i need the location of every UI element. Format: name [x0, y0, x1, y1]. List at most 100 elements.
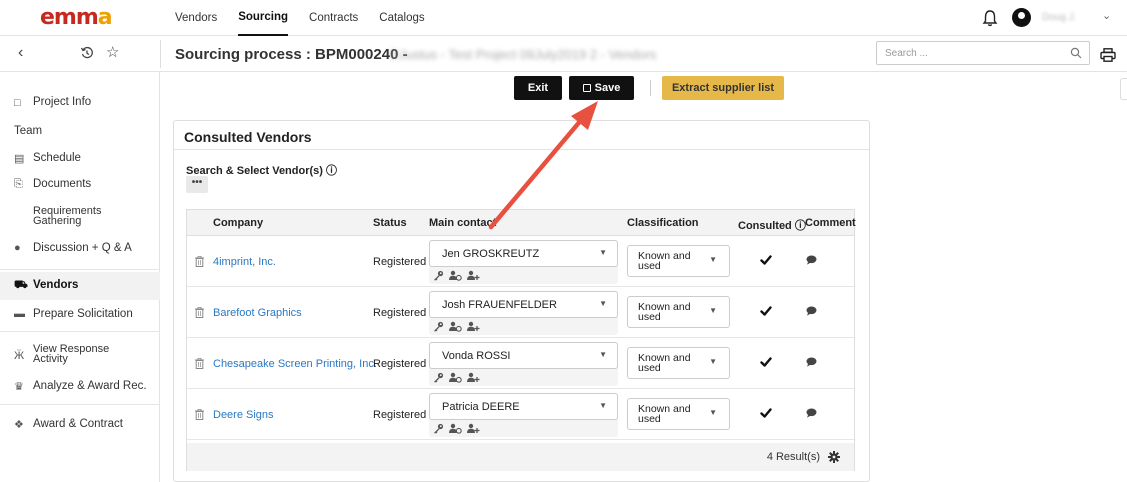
trash-icon[interactable]: [195, 307, 204, 318]
status-text: Registered: [373, 358, 427, 370]
folder-icon: ▬: [14, 308, 25, 320]
sidebar-item-view-response-activity[interactable]: Ӝ View Response Activity: [0, 344, 160, 370]
caret-down-icon: ▼: [599, 248, 607, 257]
checkbox-checked-icon[interactable]: [759, 304, 773, 318]
contact-name: Jen GROSKREUTZ: [442, 248, 540, 260]
add-contact-icon[interactable]: [467, 372, 480, 383]
add-contact-icon[interactable]: [467, 321, 480, 332]
nav-vendors[interactable]: Vendors: [175, 0, 217, 36]
print-icon[interactable]: [1100, 48, 1116, 62]
extract-supplier-list-button[interactable]: Extract supplier list: [662, 76, 784, 100]
gear-icon[interactable]: [828, 451, 840, 463]
page-title: Sourcing process : BPM000240 -: [175, 46, 408, 63]
contacts-icon[interactable]: [449, 321, 462, 332]
classification-select[interactable]: Known and used ▼: [627, 296, 730, 328]
caret-down-icon: ▼: [709, 408, 717, 417]
star-icon[interactable]: ☆: [106, 44, 119, 62]
more-options-button[interactable]: •••: [186, 176, 208, 193]
table-row: 4imprint, Inc. Registered Jen GROSKREUTZ…: [187, 236, 854, 287]
status-text: Registered: [373, 307, 427, 319]
trash-icon[interactable]: [195, 256, 204, 267]
sidebar-item-schedule[interactable]: ▤ Schedule: [0, 152, 160, 166]
caret-down-icon: ▼: [599, 299, 607, 308]
search-box[interactable]: [876, 41, 1090, 65]
logo-text-accent: a: [97, 5, 113, 30]
nav-catalogs[interactable]: Catalogs: [379, 0, 424, 36]
chevron-down-icon[interactable]: ⌄: [1102, 9, 1111, 22]
table-row: Barefoot Graphics Registered Josh FRAUEN…: [187, 287, 854, 338]
main-contact-cell: Jen GROSKREUTZ ▼: [429, 240, 618, 284]
bell-icon[interactable]: [982, 9, 998, 27]
key-icon[interactable]: [433, 270, 444, 281]
main-contact-cell: Josh FRAUENFELDER ▼: [429, 291, 618, 335]
sidebar-item-team[interactable]: Team: [0, 125, 160, 139]
add-contact-icon[interactable]: [467, 270, 480, 281]
sidebar-item-prepare-solicitation[interactable]: ▬ Prepare Solicitation: [0, 308, 160, 322]
sidebar-item-project-info[interactable]: □ Project Info: [0, 96, 160, 110]
status-text: Registered: [373, 409, 427, 421]
contacts-icon[interactable]: [449, 372, 462, 383]
key-icon[interactable]: [433, 321, 444, 332]
results-count: 4 Result(s): [766, 451, 820, 463]
sidebar-item-vendors[interactable]: ⛟ Vendors: [0, 272, 160, 300]
company-link[interactable]: Chesapeake Screen Printing, Inc.: [213, 358, 377, 370]
sidebar-item-requirements-gathering[interactable]: Requirements Gathering: [0, 206, 160, 232]
contacts-icon[interactable]: [449, 270, 462, 281]
trash-icon[interactable]: [195, 358, 204, 369]
top-bar: emma Vendors Sourcing Contracts Catalogs…: [0, 0, 1127, 36]
comment-icon[interactable]: [806, 357, 817, 367]
comment-icon[interactable]: [806, 306, 817, 316]
key-icon[interactable]: [433, 372, 444, 383]
column-header-consulted[interactable]: Consulted ⓘ: [738, 217, 806, 233]
contact-name: Josh FRAUENFELDER: [442, 299, 557, 311]
checkbox-checked-icon[interactable]: [759, 355, 773, 369]
trash-icon[interactable]: [195, 409, 204, 420]
contacts-icon[interactable]: [449, 423, 462, 434]
main-contact-select[interactable]: Jen GROSKREUTZ ▼: [429, 240, 618, 267]
classification-select[interactable]: Known and used ▼: [627, 398, 730, 430]
sidebar-item-award-contract[interactable]: ❖ Award & Contract: [0, 418, 160, 432]
main-contact-select[interactable]: Vonda ROSSI ▼: [429, 342, 618, 369]
exit-button[interactable]: Exit: [514, 76, 562, 100]
save-button[interactable]: Save: [569, 76, 634, 100]
add-contact-icon[interactable]: [467, 423, 480, 434]
column-header-status[interactable]: Status: [373, 217, 407, 229]
comment-icon[interactable]: [806, 408, 817, 418]
contact-actions: [433, 320, 480, 332]
main-contact-select[interactable]: Josh FRAUENFELDER ▼: [429, 291, 618, 318]
logo-text-main: emm: [40, 5, 99, 30]
company-link[interactable]: Deere Signs: [213, 409, 274, 421]
checkbox-checked-icon[interactable]: [759, 406, 773, 420]
sidebar: □ Project Info Team ▤ Schedule ⎘ Documen…: [0, 72, 160, 482]
column-header-comment[interactable]: Comment: [805, 217, 856, 229]
status-text: Registered: [373, 256, 427, 268]
classification-value: Known and used: [638, 403, 691, 425]
column-header-main-contact[interactable]: Main contact: [429, 217, 496, 229]
key-icon[interactable]: [433, 423, 444, 434]
user-name[interactable]: Doug J.: [1042, 12, 1076, 23]
sidebar-item-analyze-award[interactable]: ♛ Analyze & Award Rec.: [0, 380, 160, 394]
checkbox-checked-icon[interactable]: [759, 253, 773, 267]
save-disk-icon: [582, 84, 591, 92]
column-header-classification[interactable]: Classification: [627, 217, 699, 229]
history-icon[interactable]: [80, 46, 94, 60]
company-link[interactable]: 4imprint, Inc.: [213, 256, 276, 268]
vendors-table: Company Status Main contact Classificati…: [186, 209, 856, 471]
search-input[interactable]: [885, 46, 1055, 61]
sidebar-item-discussion[interactable]: ● Discussion + Q & A: [0, 242, 160, 256]
main-contact-select[interactable]: Patricia DEERE ▼: [429, 393, 618, 420]
comment-icon[interactable]: [806, 255, 817, 265]
nav-sourcing[interactable]: Sourcing: [238, 1, 289, 36]
user-avatar-icon[interactable]: [1012, 8, 1031, 27]
contact-actions: [433, 269, 480, 281]
classification-select[interactable]: Known and used ▼: [627, 245, 730, 277]
classification-select[interactable]: Known and used ▼: [627, 347, 730, 379]
back-icon[interactable]: ‹: [18, 44, 23, 62]
emma-logo[interactable]: emma: [40, 6, 116, 30]
search-icon[interactable]: [1070, 47, 1082, 59]
company-link[interactable]: Barefoot Graphics: [213, 307, 302, 319]
nav-contracts[interactable]: Contracts: [309, 0, 358, 36]
sidebar-item-documents[interactable]: ⎘ Documents: [0, 178, 160, 192]
side-panel-handle[interactable]: [1120, 78, 1127, 100]
column-header-company[interactable]: Company: [213, 217, 263, 229]
